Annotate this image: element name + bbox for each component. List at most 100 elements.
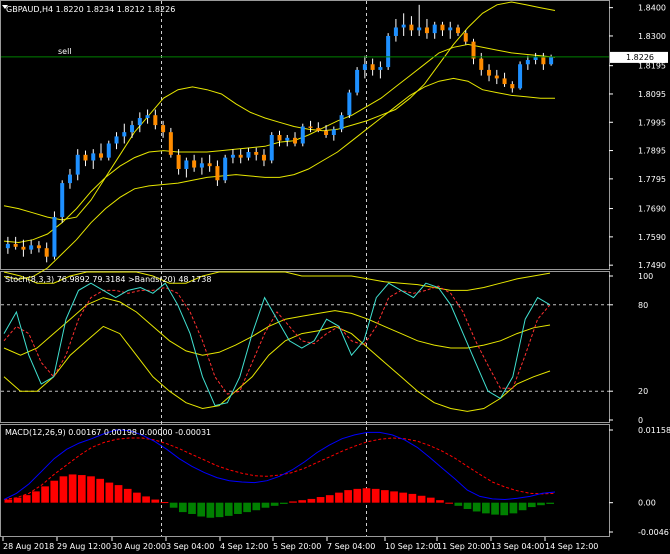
time-tick-label: 29 Aug 12:00: [57, 542, 111, 551]
candle-body: [36, 245, 41, 249]
price-tick-label: 1.8400: [638, 4, 666, 13]
macd-histogram-bar: [491, 502, 499, 515]
candle-body: [52, 217, 57, 257]
candle-body: [401, 24, 406, 28]
macd-histogram-bar: [408, 493, 417, 503]
macd-histogram-bar: [445, 502, 453, 504]
candle-body: [308, 126, 313, 128]
candle-body: [238, 154, 243, 158]
macd-histogram-bar: [169, 502, 178, 508]
macd-histogram-bar: [399, 492, 408, 503]
macd-histogram-bar: [417, 495, 426, 503]
candle-body: [277, 135, 282, 141]
candle-body: [494, 75, 499, 79]
macd-histogram-bar: [188, 502, 196, 514]
time-tick-label: 3 Sep 04:00: [166, 542, 214, 551]
candle-body: [192, 160, 197, 168]
candle-body: [324, 130, 329, 135]
macd-histogram-bar: [472, 502, 481, 512]
price-badge: 1.8226: [610, 51, 668, 63]
stoch-info: Stoch(8,3,3) 76.9892 79.3184 >Bands(20) …: [5, 275, 211, 284]
macd-histogram-bar: [4, 499, 13, 503]
time-tick-label: 13 Sep 04:00: [491, 542, 544, 551]
macd-histogram-bar: [41, 486, 49, 503]
candle-body: [409, 24, 414, 31]
stoch-tick-label: 100: [638, 272, 653, 281]
macd-histogram-bar: [307, 498, 316, 503]
stoch-tick-label: 80: [638, 301, 648, 310]
candle-body: [254, 151, 259, 155]
macd-histogram-bar: [546, 502, 554, 504]
candle-body: [161, 125, 166, 133]
candle-body: [207, 163, 212, 167]
candle-body: [168, 132, 173, 155]
candle-body: [83, 154, 88, 161]
time-tick-label: 10 Sep 12:00: [385, 542, 438, 551]
price-tick-label: 1.8095: [638, 90, 666, 99]
macd-histogram-bar: [252, 502, 261, 511]
stoch-tick-label: 0: [638, 416, 643, 425]
candle-body: [448, 27, 453, 31]
candle-body: [184, 160, 189, 169]
price-tick-label: 1.8195: [638, 62, 666, 71]
candle-body: [21, 246, 26, 250]
candle-body: [99, 153, 104, 158]
candle-body: [487, 69, 492, 76]
price-tick-label: 1.7590: [638, 233, 666, 242]
candle-body: [29, 245, 34, 250]
macd-histogram-bar: [509, 502, 518, 514]
time-tick-label: 7 Sep 04:00: [327, 542, 375, 551]
macd-histogram-bar: [68, 474, 77, 503]
candle-body: [386, 35, 391, 68]
macd-histogram-bar: [22, 495, 31, 503]
macd-histogram-bar: [325, 495, 334, 503]
candle-body: [230, 154, 235, 158]
price-tick-label: 1.7490: [638, 261, 666, 270]
stoch-tick-label: 20: [638, 387, 648, 396]
price-tick-label: 1.7690: [638, 205, 666, 214]
candle-body: [339, 115, 344, 130]
macd-histogram-bar: [270, 502, 279, 506]
candle-body: [370, 64, 375, 70]
macd-histogram-bar: [537, 502, 545, 506]
macd-info: MACD(12,26,9) 0.00167 0.00198 0.00000 -0…: [5, 428, 211, 437]
time-tick-label: 28 Aug 2018: [3, 542, 54, 551]
time-tick-label: 14 Sep 12:00: [545, 542, 598, 551]
macd-histogram-bar: [463, 502, 472, 509]
sell-label: sell: [58, 47, 72, 56]
time-tick-label: 30 Aug 20:00: [112, 542, 166, 551]
candle-body: [285, 137, 290, 141]
trading-chart-window[interactable]: sell GBPAUD,H4 1.8220 1.8234 1.8212 1.82…: [0, 0, 670, 554]
macd-histogram-bar: [500, 502, 509, 516]
candle-body: [300, 126, 305, 144]
macd-histogram-bar: [178, 502, 187, 513]
candle-body: [525, 60, 530, 65]
candle-body: [417, 27, 422, 31]
macd-histogram-bar: [335, 492, 343, 503]
macd-histogram-bar: [96, 478, 105, 503]
candle-body: [355, 69, 360, 93]
candle-body: [215, 166, 220, 181]
candle-body: [378, 67, 383, 70]
macd-histogram-bar: [151, 499, 160, 503]
price-tick-label: 1.7795: [638, 175, 666, 184]
candle-body: [502, 78, 507, 85]
price-badge-text: 1.8226: [626, 53, 654, 62]
macd-tick-label: 0.01158: [638, 426, 670, 435]
candle-body: [13, 243, 18, 247]
macd-tick-label: 0.00: [638, 499, 656, 508]
candle-body: [463, 33, 468, 42]
macd-histogram-bar: [105, 482, 114, 503]
macd-histogram-bar: [344, 490, 352, 503]
candle-body: [533, 57, 538, 61]
macd-histogram-bar: [454, 502, 463, 506]
candle-body: [269, 135, 274, 161]
macd-histogram-bar: [381, 490, 389, 503]
candle-body: [176, 154, 181, 169]
candle-body: [75, 154, 80, 175]
candle-body: [549, 56, 554, 65]
macd-histogram-bar: [518, 502, 527, 511]
candle-body: [432, 24, 437, 34]
macd-histogram-bar: [482, 502, 490, 514]
candle-body: [223, 157, 228, 181]
